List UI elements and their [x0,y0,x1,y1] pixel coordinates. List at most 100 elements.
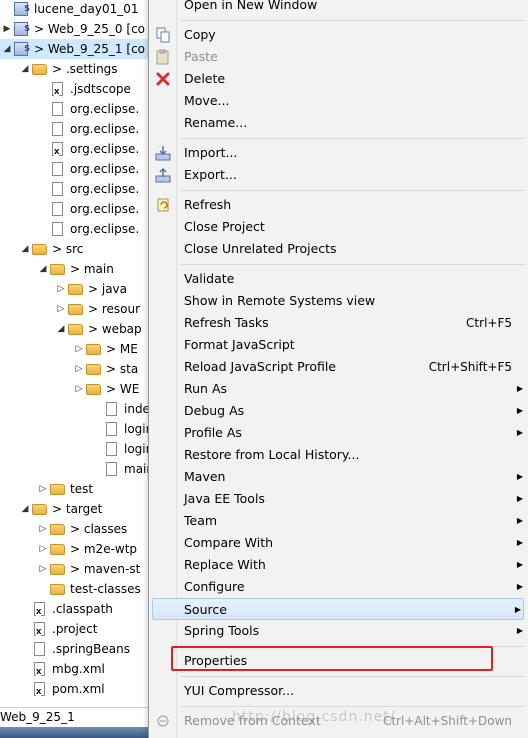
tree-item[interactable]: login [0,419,152,439]
menu-item-delete[interactable]: Delete [149,68,528,90]
expand-arrow-icon[interactable]: ▷ [56,299,66,319]
tree-item-label: lucene_day01_01 [34,2,139,16]
tree-item[interactable]: ▷ > resour [0,299,152,319]
folder-icon [50,484,65,495]
tree-item[interactable]: .jsdtscope [0,79,152,99]
menu-item-copy[interactable]: Copy [149,24,528,46]
menu-item-reload-javascript-profile[interactable]: Reload JavaScript Profile Ctrl+Shift+F5 [149,356,528,378]
tree-item-label: org.eclipse. [70,142,140,156]
tree-item[interactable]: ◢ > src [0,239,152,259]
menu-item-spring-tools[interactable]: Spring Tools ▶ [149,620,528,642]
menu-item-move[interactable]: Move... [149,90,528,112]
menu-item-export[interactable]: Export... [149,164,528,186]
tree-item-label: .jsdtscope [70,82,131,96]
tree-item[interactable]: org.eclipse. [0,199,152,219]
tree-item[interactable]: mbg.xml [0,659,152,679]
xml-file-icon [52,82,63,96]
menu-item-team[interactable]: Team ▶ [149,510,528,532]
collapse-arrow-icon[interactable]: ◢ [20,59,30,79]
expand-arrow-icon[interactable]: ▷ [38,519,48,539]
tree-item-label: org.eclipse. [70,222,140,236]
menu-item-label: Close Unrelated Projects [184,241,337,256]
menu-item-open-in-new-window[interactable]: Open in New Window [149,0,528,16]
menu-item-close-project[interactable]: Close Project [149,216,528,238]
tree-item[interactable]: org.eclipse. [0,99,152,119]
menu-item-rename[interactable]: Rename... [149,112,528,134]
menu-item-source[interactable]: Source ▶ [152,598,524,620]
menu-item-label: Restore from Local History... [184,447,360,462]
tree-item[interactable]: ◢ > webap [0,319,152,339]
menu-separator [181,264,525,265]
tree-item[interactable]: org.eclipse. [0,119,152,139]
tree-item[interactable]: .springBeans [0,639,152,659]
menu-item-replace-with[interactable]: Replace With ▶ [149,554,528,576]
tree-item[interactable]: ▷ > classes [0,519,152,539]
tree-item[interactable]: pom.xml [0,679,152,699]
menu-item-format-javascript[interactable]: Format JavaScript [149,334,528,356]
tree-item[interactable]: ▷ test [0,479,152,499]
menu-item-validate[interactable]: Validate [149,268,528,290]
expand-arrow-icon[interactable]: ▷ [74,379,84,399]
menu-item-run-as[interactable]: Run As ▶ [149,378,528,400]
tree-item[interactable]: main [0,459,152,479]
menu-item-profile-as[interactable]: Profile As ▶ [149,422,528,444]
tree-item[interactable]: ◢ > main [0,259,152,279]
menu-item-label: Paste [184,49,218,64]
tree-item-label: org.eclipse. [70,182,140,196]
tree-item[interactable]: .project [0,619,152,639]
menu-item-yui-compressor[interactable]: YUI Compressor... [149,680,528,702]
tree-item-label: > main [70,262,114,276]
tree-item[interactable]: test-classes [0,579,152,599]
file-icon [106,462,117,476]
expand-arrow-icon[interactable]: ▷ [74,359,84,379]
tree-item[interactable]: ◢ > .settings [0,59,152,79]
tree-item[interactable]: lucene_day01_01 [0,0,152,19]
tree-item[interactable]: index [0,399,152,419]
expand-arrow-icon[interactable]: ▷ [38,479,48,499]
expand-arrow-icon[interactable]: ▷ [38,539,48,559]
tree-item[interactable]: ▷ > sta [0,359,152,379]
tree-item[interactable]: org.eclipse. [0,219,152,239]
tree-item[interactable]: ▷ > ME [0,339,152,359]
collapse-arrow-icon[interactable]: ◢ [20,499,30,519]
tree-item-label: > src [52,242,84,256]
collapse-arrow-icon[interactable]: ◢ [56,319,66,339]
menu-item-import[interactable]: Import... [149,142,528,164]
tree-item[interactable]: ◢ > target [0,499,152,519]
menu-item-java-ee-tools[interactable]: Java EE Tools ▶ [149,488,528,510]
menu-item-show-in-remote-systems-view[interactable]: Show in Remote Systems view [149,290,528,312]
folder-icon [50,564,65,575]
tree-item[interactable]: ◢ > Web_9_25_1 [co [0,39,152,59]
collapse-arrow-icon[interactable]: ◢ [20,239,30,259]
menu-item-paste[interactable]: Paste [149,46,528,68]
menu-item-compare-with[interactable]: Compare With ▶ [149,532,528,554]
tree-item[interactable]: login [0,439,152,459]
menu-item-configure[interactable]: Configure ▶ [149,576,528,598]
tree-item[interactable]: ▷ > m2e-wtp [0,539,152,559]
menu-item-maven[interactable]: Maven ▶ [149,466,528,488]
tree-item[interactable]: .classpath [0,599,152,619]
menu-item-debug-as[interactable]: Debug As ▶ [149,400,528,422]
tree-item[interactable]: ▷ > maven-st [0,559,152,579]
expand-arrow-icon[interactable]: ▶ [2,19,12,39]
tree-item[interactable]: org.eclipse. [0,179,152,199]
collapse-arrow-icon[interactable]: ◢ [38,259,48,279]
menu-item-refresh-tasks[interactable]: Refresh Tasks Ctrl+F5 [149,312,528,334]
menu-item-close-unrelated-projects[interactable]: Close Unrelated Projects [149,238,528,260]
tree-item-label: > Web_9_25_0 [co [34,22,146,36]
tree-item-label: > WE [106,382,140,396]
tree-item-label: > maven-st [70,562,141,576]
tree-item[interactable]: org.eclipse. [0,139,152,159]
collapse-arrow-icon[interactable]: ◢ [2,39,12,59]
tree-item[interactable]: ▷ > WE [0,379,152,399]
expand-arrow-icon[interactable]: ▷ [56,279,66,299]
tree-item[interactable]: org.eclipse. [0,159,152,179]
menu-item-refresh[interactable]: Refresh [149,194,528,216]
submenu-arrow-icon: ▶ [516,472,523,481]
tree-item-label: > .settings [52,62,118,76]
menu-item-restore-from-local-history[interactable]: Restore from Local History... [149,444,528,466]
tree-item[interactable]: ▷ > java [0,279,152,299]
tree-item[interactable]: ▶ > Web_9_25_0 [co [0,19,152,39]
expand-arrow-icon[interactable]: ▷ [38,559,48,579]
expand-arrow-icon[interactable]: ▷ [74,339,84,359]
